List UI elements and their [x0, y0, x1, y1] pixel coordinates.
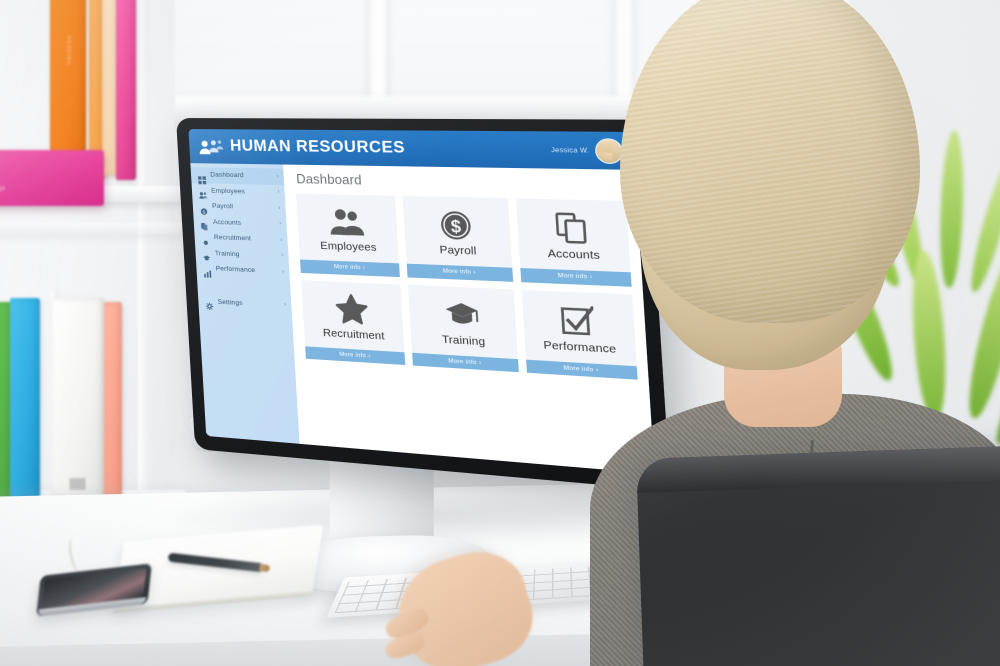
- app-brand-title: HUMAN RESOURCES: [229, 137, 406, 157]
- sidebar-label-dashboard: Dashboard: [210, 171, 244, 180]
- hr-application: HUMAN RESOURCES Jessica W. Dashboard › E…: [188, 129, 655, 474]
- more-info-label: More info: [442, 268, 472, 277]
- office-scene: READING storage: [0, 0, 1000, 666]
- chevron-right-icon: ›: [281, 252, 284, 260]
- hair: [620, 0, 920, 323]
- card-label-training: Training: [441, 332, 486, 349]
- more-info-label: More info: [333, 264, 361, 272]
- bookshelf: READING storage: [0, 0, 185, 540]
- sidebar-label-recruitment: Recruitment: [213, 234, 252, 243]
- page-title: Dashboard: [295, 171, 363, 188]
- sidebar-label-employees: Employees: [211, 187, 246, 196]
- sidebar: Dashboard › Employees › $ Payroll › Acco…: [190, 163, 300, 444]
- chevron-right-icon: ›: [589, 274, 593, 282]
- chevron-right-icon: ›: [367, 352, 371, 360]
- grid-dashboard-icon: [198, 171, 207, 185]
- card-label-payroll: Payroll: [439, 243, 477, 258]
- office-chair: [636, 445, 1000, 666]
- coin-icon: $: [200, 202, 208, 215]
- dashboard-card-grid: Employees More info › $ Payroll More inf…: [296, 193, 638, 380]
- sidebar-label-settings: Settings: [217, 298, 243, 307]
- chevron-right-icon: ›: [279, 221, 282, 228]
- more-info-label: More info: [557, 273, 588, 281]
- chevron-right-icon: ›: [276, 173, 279, 180]
- card-employees[interactable]: Employees More info ›: [296, 193, 401, 277]
- more-info-button-payroll[interactable]: More info ›: [407, 263, 513, 282]
- more-info-label: More info: [339, 351, 367, 360]
- more-info-button-recruitment[interactable]: More info ›: [305, 345, 406, 366]
- desktop-monitor: HUMAN RESOURCES Jessica W. Dashboard › E…: [176, 118, 671, 595]
- card-label-employees: Employees: [319, 239, 377, 255]
- document-copy-icon: [200, 218, 208, 231]
- checkbox-check-icon: [560, 302, 596, 339]
- card-training[interactable]: Training More info ›: [408, 284, 519, 373]
- book: [104, 302, 122, 496]
- chevron-right-icon: ›: [278, 205, 281, 212]
- sidebar-item-recruitment[interactable]: Recruitment ›: [194, 229, 288, 248]
- svg-text:$: $: [451, 216, 462, 236]
- more-info-label: More info: [448, 357, 477, 367]
- gear-icon: [205, 297, 213, 305]
- dot-star-icon: [201, 233, 209, 245]
- sidebar-item-training[interactable]: Training ›: [195, 245, 289, 264]
- more-info-button-employees[interactable]: More info ›: [300, 259, 401, 277]
- book: [10, 298, 40, 498]
- sidebar-item-payroll[interactable]: $ Payroll ›: [192, 198, 286, 216]
- chevron-right-icon: ›: [281, 268, 285, 276]
- chart-bars-icon: [203, 265, 212, 278]
- card-recruitment[interactable]: Recruitment More info ›: [301, 279, 406, 366]
- app-body: Dashboard › Employees › $ Payroll › Acco…: [190, 163, 655, 474]
- chevron-right-icon: ›: [283, 302, 287, 309]
- chevron-right-icon: ›: [478, 359, 482, 367]
- more-info-label: More info: [563, 364, 594, 374]
- book: [116, 0, 136, 180]
- book: [52, 298, 104, 498]
- chevron-right-icon: ›: [280, 236, 283, 244]
- sidebar-item-accounts[interactable]: Accounts ›: [193, 214, 287, 233]
- sidebar-item-employees[interactable]: Employees ›: [192, 183, 286, 201]
- chevron-right-icon: ›: [277, 189, 280, 196]
- sidebar-item-settings[interactable]: Settings ›: [198, 293, 292, 313]
- people-group-icon: [198, 138, 224, 155]
- card-payroll[interactable]: $ Payroll More info ›: [402, 195, 513, 282]
- sidebar-label-accounts: Accounts: [212, 218, 242, 227]
- storage-box-label: storage: [0, 186, 6, 192]
- chevron-right-icon: ›: [473, 269, 476, 277]
- copy-documents-icon: [556, 210, 589, 246]
- people-icon: [199, 187, 208, 199]
- sidebar-label-training: Training: [214, 249, 240, 258]
- dollar-coin-icon: $: [439, 207, 474, 242]
- storage-box: storage: [0, 150, 104, 206]
- sidebar-label-performance: Performance: [215, 265, 256, 275]
- two-people-icon: [328, 205, 366, 239]
- chevron-right-icon: ›: [362, 265, 366, 272]
- star-icon: [335, 291, 370, 326]
- sidebar-label-payroll: Payroll: [211, 202, 234, 211]
- cap-icon: [202, 249, 211, 261]
- sidebar-item-dashboard[interactable]: Dashboard ›: [190, 167, 285, 185]
- graduation-cap-icon: [443, 297, 481, 333]
- user-name-label: Jessica W.: [550, 146, 590, 155]
- more-info-button-training[interactable]: More info ›: [412, 352, 519, 373]
- monitor-screen: HUMAN RESOURCES Jessica W. Dashboard › E…: [188, 129, 655, 474]
- card-label-accounts: Accounts: [547, 247, 601, 263]
- card-label-recruitment: Recruitment: [322, 326, 385, 343]
